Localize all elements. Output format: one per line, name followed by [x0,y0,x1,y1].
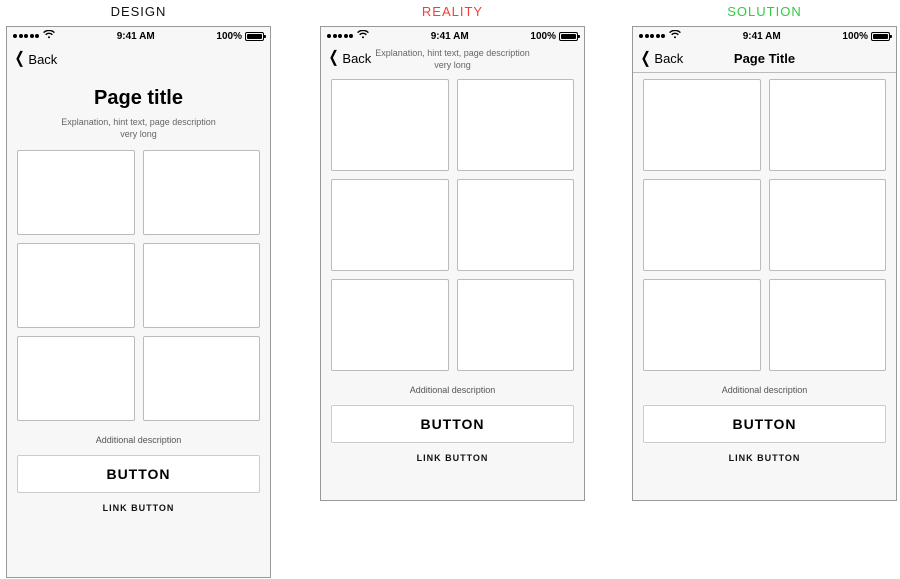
page-hint: Explanation, hint text, page description… [17,116,260,140]
primary-button[interactable]: BUTTON [331,405,574,443]
card-grid [331,79,574,371]
content-area: Additional description BUTTON LINK BUTTO… [321,77,584,463]
battery-percent: 100% [842,31,868,42]
status-right: 100% [216,31,264,42]
column-label-reality: REALITY [320,0,585,24]
status-bar: 9:41 AM 100% [321,27,584,45]
additional-description: Additional description [643,385,886,395]
additional-description: Additional description [17,435,260,445]
grid-cell[interactable] [143,336,261,421]
primary-button[interactable]: BUTTON [17,455,260,493]
content-area: Page title Explanation, hint text, page … [7,73,270,513]
status-left [639,30,681,42]
status-time: 9:41 AM [117,31,155,42]
wifi-icon [669,30,681,42]
back-label: Back [654,51,683,66]
grid-cell[interactable] [457,179,575,271]
wifi-icon [357,30,369,42]
battery-percent: 100% [530,31,556,42]
grid-cell[interactable] [331,79,449,171]
back-button[interactable]: ❮ Back [13,51,57,67]
status-time: 9:41 AM [743,31,781,42]
grid-cell[interactable] [331,279,449,371]
content-area: Additional description BUTTON LINK BUTTO… [633,73,896,463]
grid-cell[interactable] [331,179,449,271]
primary-button[interactable]: BUTTON [643,405,886,443]
status-left [13,30,55,42]
column-reality: REALITY 9:41 AM 100% Explanat [320,0,585,501]
battery-icon [245,32,264,41]
card-grid [17,150,260,421]
grid-cell[interactable] [769,79,887,171]
grid-cell[interactable] [643,79,761,171]
grid-cell[interactable] [643,279,761,371]
column-design: DESIGN 9:41 AM 100% [6,0,271,578]
column-solution: SOLUTION 9:41 AM 100% [632,0,897,501]
status-right: 100% [530,31,578,42]
battery-percent: 100% [216,31,242,42]
nav-bar: ❮ Back Page Title [633,45,896,73]
link-button[interactable]: LINK BUTTON [331,453,574,463]
grid-cell[interactable] [769,279,887,371]
signal-dots-icon [639,34,665,38]
link-button[interactable]: LINK BUTTON [17,503,260,513]
wifi-icon [43,30,55,42]
nav-bar: ❮ Back [7,45,270,73]
battery-icon [871,32,890,41]
grid-cell[interactable] [143,243,261,328]
chevron-left-icon: ❮ [15,51,25,67]
column-label-solution: SOLUTION [632,0,897,24]
grid-cell[interactable] [143,150,261,235]
back-button[interactable]: ❮ Back [639,51,683,67]
back-label: Back [342,51,371,66]
back-label: Back [28,52,57,67]
status-bar: 9:41 AM 100% [633,27,896,45]
card-grid [643,79,886,371]
nav-bar: ❮ Back [321,45,584,71]
signal-dots-icon [13,34,39,38]
back-button[interactable]: ❮ Back [327,50,371,66]
phone-solution: 9:41 AM 100% ❮ Back Page Title [632,26,897,501]
grid-cell[interactable] [457,279,575,371]
grid-cell[interactable] [17,150,135,235]
additional-description: Additional description [331,385,574,395]
chevron-left-icon: ❮ [329,50,339,66]
grid-cell[interactable] [457,79,575,171]
grid-cell[interactable] [17,243,135,328]
battery-icon [559,32,578,41]
phone-reality: 9:41 AM 100% Explanation, hint text, pag… [320,26,585,501]
signal-dots-icon [327,34,353,38]
comparison-stage: DESIGN 9:41 AM 100% [0,0,900,579]
grid-cell[interactable] [643,179,761,271]
status-bar: 9:41 AM 100% [7,27,270,45]
chevron-left-icon: ❮ [641,51,651,67]
phone-design: 9:41 AM 100% ❮ Back Page title Explanati… [6,26,271,578]
status-left [327,30,369,42]
grid-cell[interactable] [769,179,887,271]
status-right: 100% [842,31,890,42]
column-label-design: DESIGN [6,0,271,24]
page-title: Page title [17,87,260,110]
grid-cell[interactable] [17,336,135,421]
status-time: 9:41 AM [431,31,469,42]
link-button[interactable]: LINK BUTTON [643,453,886,463]
